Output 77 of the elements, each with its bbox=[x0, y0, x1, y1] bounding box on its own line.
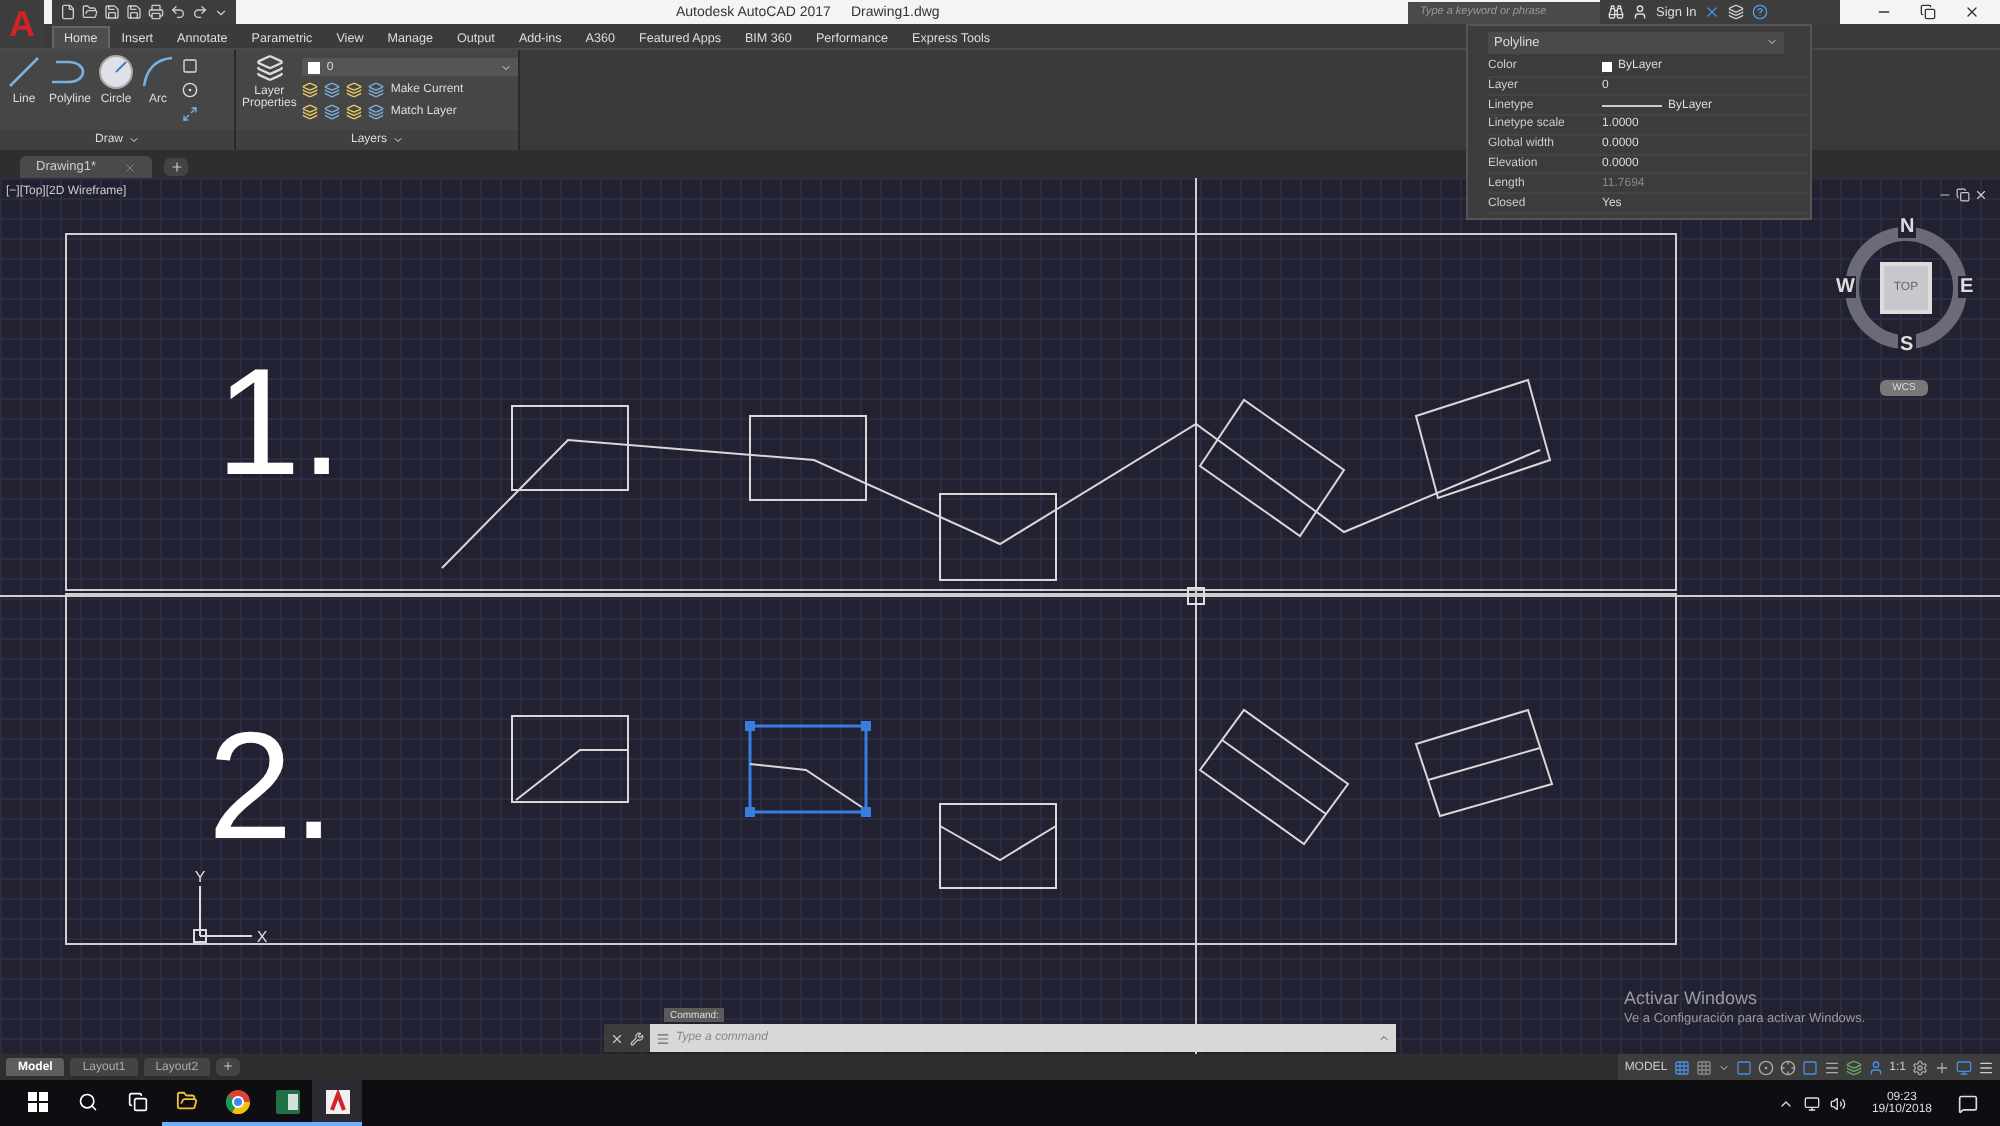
new-layout-button[interactable] bbox=[216, 1057, 241, 1075]
layer-tool-icon[interactable] bbox=[302, 104, 319, 120]
plus-icon bbox=[222, 1060, 235, 1072]
redo-icon[interactable] bbox=[192, 4, 208, 20]
compass-direction[interactable]: E bbox=[1958, 276, 1976, 298]
layer-tool-icon[interactable] bbox=[346, 82, 363, 98]
axis-label: Y bbox=[194, 868, 206, 886]
caret-icon[interactable] bbox=[127, 134, 139, 146]
minimize-icon[interactable] bbox=[1938, 188, 1952, 202]
color-swatch bbox=[1602, 61, 1612, 72]
polyline[interactable] bbox=[441, 422, 1541, 569]
caret-icon[interactable] bbox=[1717, 1061, 1730, 1073]
volume-icon[interactable] bbox=[1829, 1095, 1846, 1111]
row-number: 1. bbox=[216, 338, 343, 508]
notification-icon[interactable] bbox=[1958, 1093, 1978, 1113]
layer-tool-icon[interactable] bbox=[302, 82, 319, 98]
plus-icon[interactable] bbox=[1934, 1059, 1950, 1075]
line-tool-icon bbox=[6, 54, 42, 90]
polar-icon[interactable] bbox=[1757, 1059, 1774, 1075]
open-folder-icon[interactable] bbox=[82, 4, 98, 20]
restore-icon[interactable] bbox=[1956, 188, 1970, 202]
compass-direction[interactable]: N bbox=[1898, 216, 1917, 238]
region-tool-icon[interactable] bbox=[182, 106, 198, 122]
menu-icon bbox=[656, 1031, 670, 1045]
row-number: 2. bbox=[208, 702, 335, 872]
wrench-icon[interactable] bbox=[630, 1031, 644, 1045]
circle-tool-icon bbox=[98, 54, 134, 90]
caret-icon[interactable] bbox=[391, 134, 403, 146]
caret-icon bbox=[1378, 1032, 1390, 1044]
compass-direction[interactable]: S bbox=[1898, 334, 1916, 356]
lineweight-icon[interactable] bbox=[1823, 1059, 1840, 1075]
spreadsheet-icon[interactable] bbox=[275, 1089, 299, 1113]
task-view-icon[interactable] bbox=[127, 1091, 147, 1111]
save-as-icon[interactable] bbox=[126, 4, 142, 20]
folder-icon[interactable] bbox=[176, 1090, 198, 1112]
user-icon[interactable] bbox=[1632, 4, 1648, 20]
plus-icon bbox=[169, 160, 183, 174]
hatch-tool-icon[interactable] bbox=[182, 82, 198, 98]
layer-tool-icon[interactable] bbox=[368, 104, 385, 120]
save-icon[interactable] bbox=[104, 4, 120, 20]
undo-icon[interactable] bbox=[170, 4, 186, 20]
grid-icon[interactable] bbox=[1673, 1059, 1690, 1075]
arc-tool-icon bbox=[140, 54, 176, 90]
network-icon[interactable] bbox=[1803, 1095, 1820, 1111]
menu-icon[interactable] bbox=[1978, 1059, 1994, 1075]
caret-icon[interactable] bbox=[214, 5, 228, 19]
snap-icon[interactable] bbox=[1779, 1059, 1796, 1075]
help-icon[interactable] bbox=[1752, 4, 1769, 20]
browser-icon[interactable] bbox=[225, 1089, 249, 1113]
ucs-icon bbox=[193, 885, 253, 943]
layers-icon bbox=[255, 54, 284, 82]
close-icon[interactable] bbox=[1964, 4, 1980, 20]
compass-direction[interactable]: W bbox=[1834, 276, 1857, 298]
start-icon[interactable] bbox=[27, 1091, 47, 1111]
print-icon[interactable] bbox=[148, 4, 164, 20]
axis-label: X bbox=[256, 928, 268, 946]
layer-tool-icon[interactable] bbox=[368, 82, 385, 98]
binoculars-icon[interactable] bbox=[1608, 4, 1624, 20]
ortho-icon[interactable] bbox=[1735, 1059, 1752, 1075]
rectangle-tool-icon[interactable] bbox=[182, 58, 198, 74]
dot-grid-icon[interactable] bbox=[1695, 1059, 1712, 1075]
activation-title: Activar Windows bbox=[1624, 988, 1760, 1008]
caret-icon bbox=[1766, 36, 1778, 49]
object-snap-icon[interactable] bbox=[1801, 1059, 1818, 1075]
restore-icon[interactable] bbox=[1920, 4, 1936, 20]
layer-tool-icon[interactable] bbox=[324, 82, 341, 98]
new-file-icon[interactable] bbox=[60, 4, 76, 20]
cad-app-icon[interactable] bbox=[325, 1089, 349, 1113]
settings-icon[interactable] bbox=[1912, 1059, 1928, 1075]
linetype-sample bbox=[1602, 103, 1662, 108]
search-icon[interactable] bbox=[77, 1091, 97, 1111]
layer-tool-icon[interactable] bbox=[346, 104, 363, 120]
layer-tool-icon[interactable] bbox=[324, 104, 341, 120]
new-tab-button[interactable] bbox=[164, 158, 188, 176]
compass-ring[interactable] bbox=[1840, 222, 1972, 354]
caret-icon[interactable] bbox=[500, 61, 513, 73]
monitor-icon[interactable] bbox=[1956, 1059, 1972, 1075]
